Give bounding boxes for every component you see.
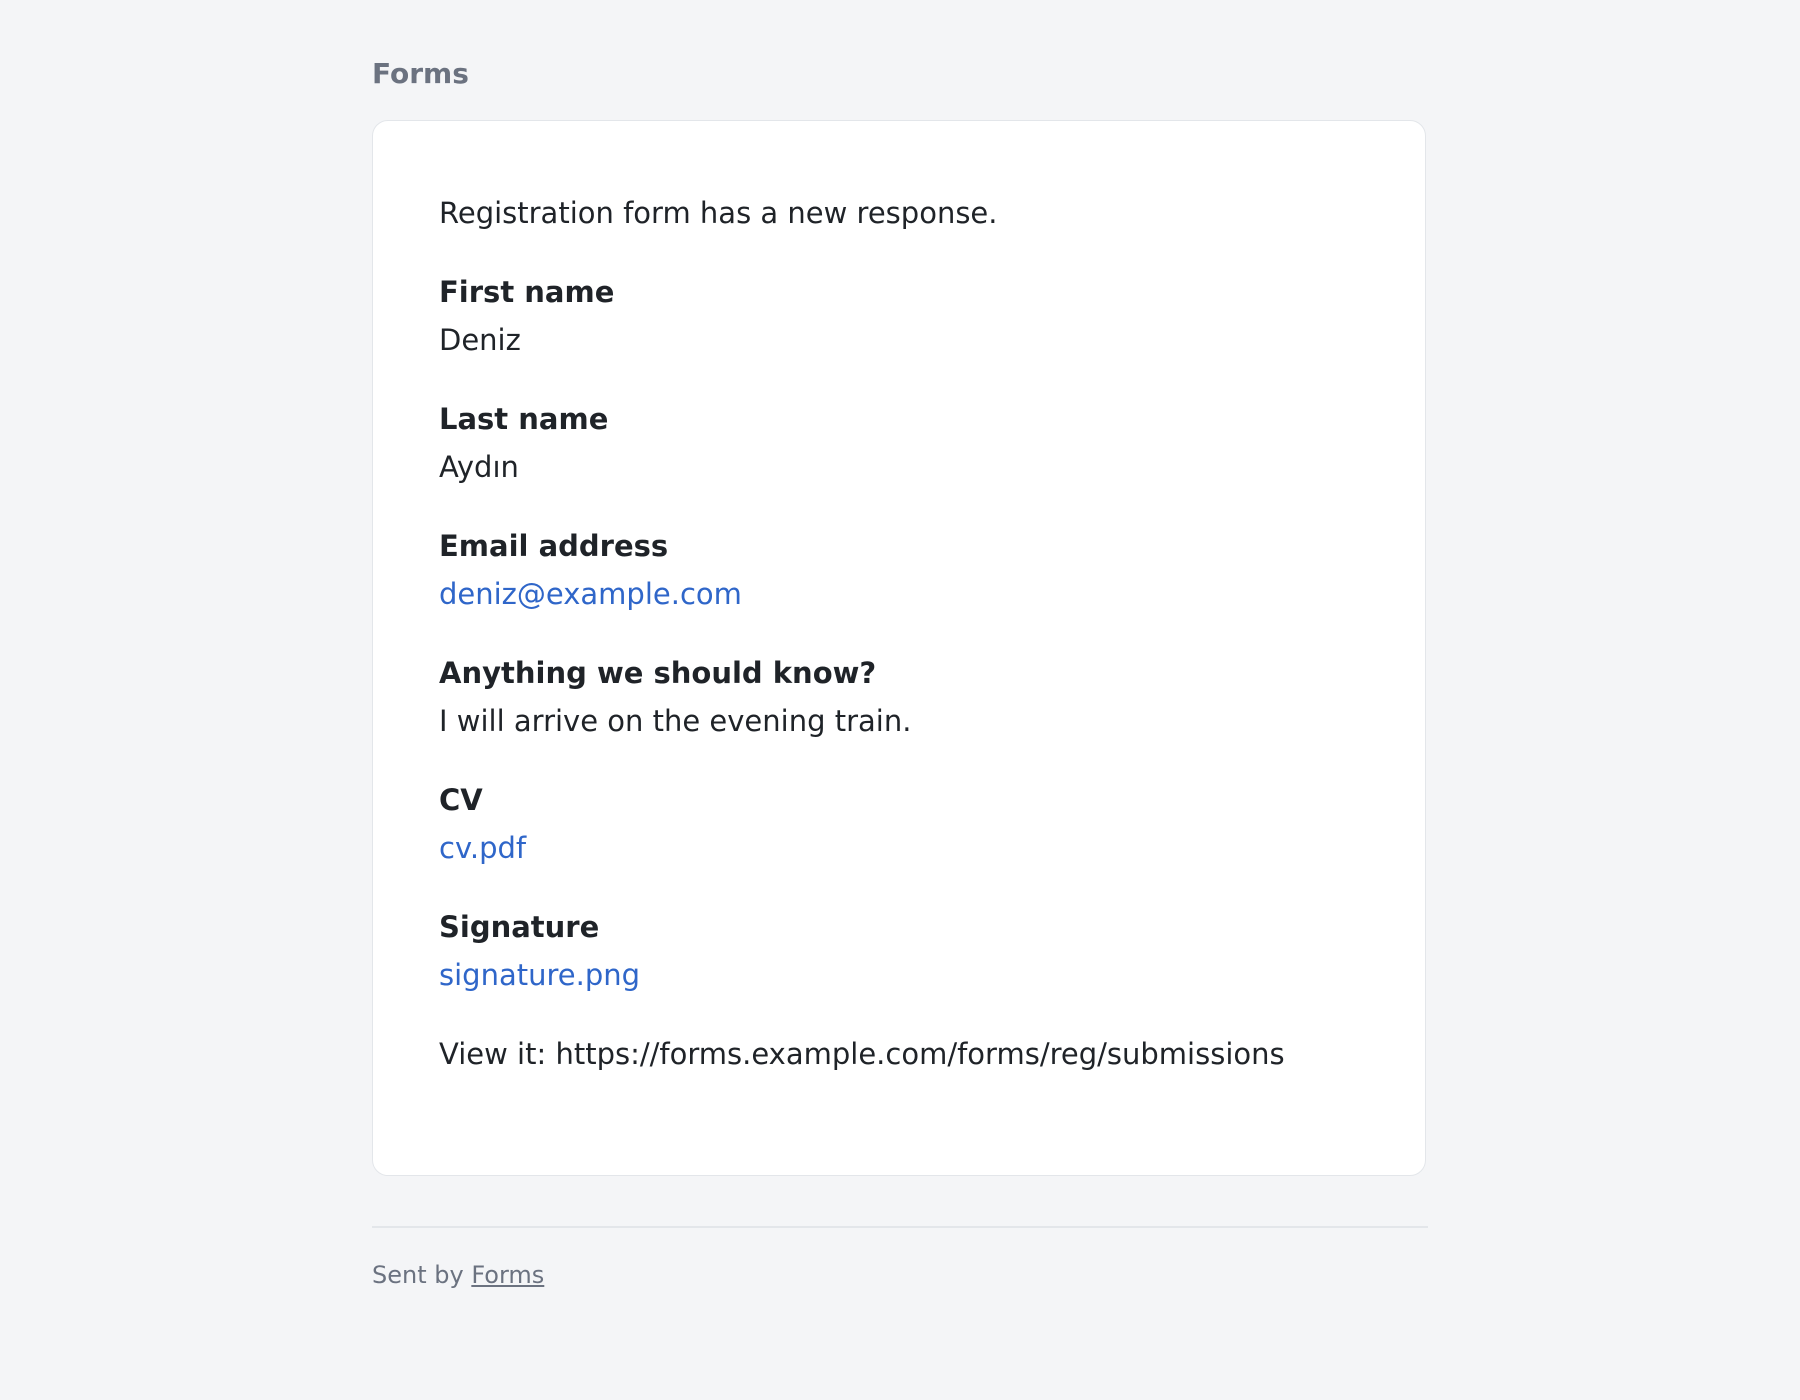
footer-forms-link[interactable]: Forms	[471, 1261, 544, 1289]
field-notes: Anything we should know? I will arrive o…	[439, 653, 1359, 741]
footer: Sent by Forms	[372, 1258, 1428, 1292]
field-label: Email address	[439, 529, 669, 563]
brand-title: Forms	[372, 57, 469, 90]
field-label: Last name	[439, 402, 609, 436]
footer-divider	[372, 1226, 1428, 1228]
field-cv: CV cv.pdf	[439, 780, 1359, 868]
field-signature: Signature signature.png	[439, 907, 1359, 995]
field-first-name: First name Deniz	[439, 272, 1359, 360]
intro-text: Registration form has a new response.	[439, 196, 998, 230]
field-label: Anything we should know?	[439, 656, 877, 690]
field-value: I will arrive on the evening train.	[439, 704, 912, 738]
email-link[interactable]: deniz@example.com	[439, 577, 742, 611]
email-container: Forms Registration form has a new respon…	[372, 0, 1428, 1292]
view-prefix: View it:	[439, 1037, 556, 1071]
field-label: First name	[439, 275, 615, 309]
signature-file-link[interactable]: signature.png	[439, 958, 640, 992]
field-value: Deniz	[439, 323, 521, 357]
view-submission-line: View it: https://forms.example.com/forms…	[439, 1034, 1359, 1074]
field-label: CV	[439, 783, 483, 817]
field-label: Signature	[439, 910, 600, 944]
sent-by-text: Sent by	[372, 1261, 472, 1289]
field-value: Aydın	[439, 450, 519, 484]
field-last-name: Last name Aydın	[439, 399, 1359, 487]
submission-url: https://forms.example.com/forms/reg/subm…	[555, 1037, 1285, 1071]
message-card: Registration form has a new response. Fi…	[372, 120, 1426, 1176]
cv-file-link[interactable]: cv.pdf	[439, 831, 526, 865]
field-email: Email address deniz@example.com	[439, 526, 1359, 614]
